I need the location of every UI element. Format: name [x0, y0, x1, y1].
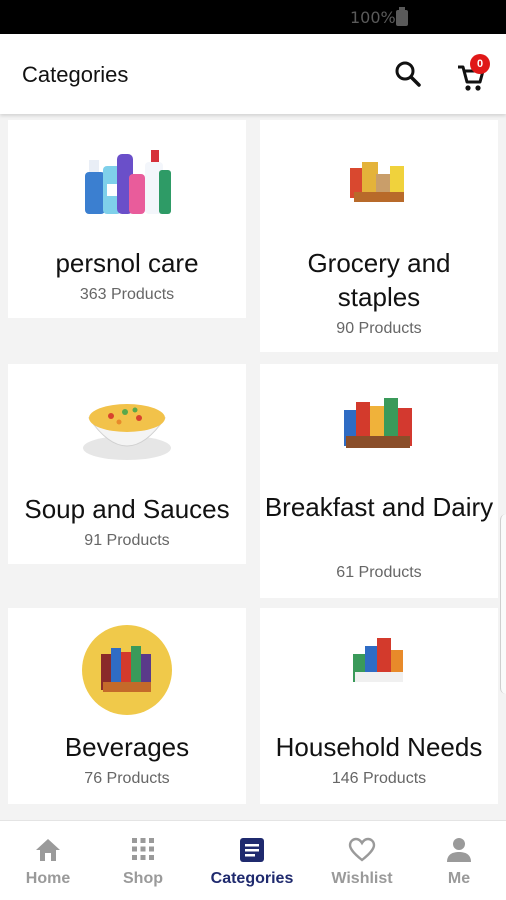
scroll-indicator[interactable] — [500, 514, 506, 694]
category-count: 146 Products — [331, 770, 427, 787]
battery-icon — [396, 7, 408, 26]
category-name: persnol care — [55, 248, 199, 278]
category-card-household[interactable]: Household Needs 146 Products — [260, 608, 498, 804]
category-name: Breakfast and Dairy — [264, 492, 494, 522]
personal-care-image — [85, 150, 171, 214]
category-card-breakfast[interactable]: Breakfast and Dairy 61 Products — [260, 364, 498, 598]
cart-button[interactable]: 0 — [456, 54, 492, 92]
battery-percent: 100% — [350, 8, 396, 27]
category-card-grocery[interactable]: Grocery and staples 90 Products — [260, 120, 498, 352]
grid-icon — [132, 838, 154, 860]
category-count: 363 Products — [79, 286, 175, 303]
category-count: 90 Products — [336, 320, 422, 337]
category-name: Soup and Sauces — [24, 494, 230, 524]
category-count: 76 Products — [84, 770, 170, 787]
heart-icon — [348, 837, 376, 862]
nav-me[interactable]: Me — [409, 821, 506, 900]
cart-count-badge: 0 — [470, 54, 490, 74]
category-name: Grocery and staples — [307, 248, 451, 312]
household-image — [353, 638, 403, 682]
nav-label: Shop — [123, 870, 163, 887]
nav-home[interactable]: Home — [0, 821, 98, 900]
nav-categories[interactable]: Categories — [202, 821, 302, 900]
home-icon — [36, 839, 60, 861]
app-bar: Categories 0 — [0, 34, 506, 114]
soup-bowl-image — [83, 404, 171, 460]
category-card-beverages[interactable]: Beverages 76 Products — [8, 608, 246, 804]
nav-label: Categories — [210, 870, 294, 887]
bottom-navigation: Home Shop Categories Wishlist Me — [0, 820, 506, 900]
page-title: Categories — [22, 62, 129, 87]
category-grid: persnol care 363 Products Grocery and st… — [0, 114, 506, 820]
nav-label: Home — [25, 870, 71, 887]
list-icon — [240, 838, 264, 862]
nav-shop[interactable]: Shop — [93, 821, 193, 900]
category-name: Beverages — [64, 732, 190, 762]
grocery-image — [350, 162, 404, 202]
category-count: 91 Products — [84, 532, 170, 549]
status-bar: 100% — [0, 0, 506, 34]
nav-wishlist[interactable]: Wishlist — [312, 821, 412, 900]
beverages-image — [82, 625, 172, 715]
nav-label: Wishlist — [331, 870, 393, 887]
person-icon — [447, 838, 471, 862]
nav-label: Me — [447, 870, 471, 887]
breakfast-image — [344, 398, 412, 448]
search-icon — [395, 61, 421, 87]
category-count: 61 Products — [336, 564, 422, 581]
category-card-personal-care[interactable]: persnol care 363 Products — [8, 120, 246, 318]
search-button[interactable] — [392, 58, 424, 90]
category-name: Household Needs — [275, 732, 483, 762]
category-card-soup[interactable]: Soup and Sauces 91 Products — [8, 364, 246, 564]
